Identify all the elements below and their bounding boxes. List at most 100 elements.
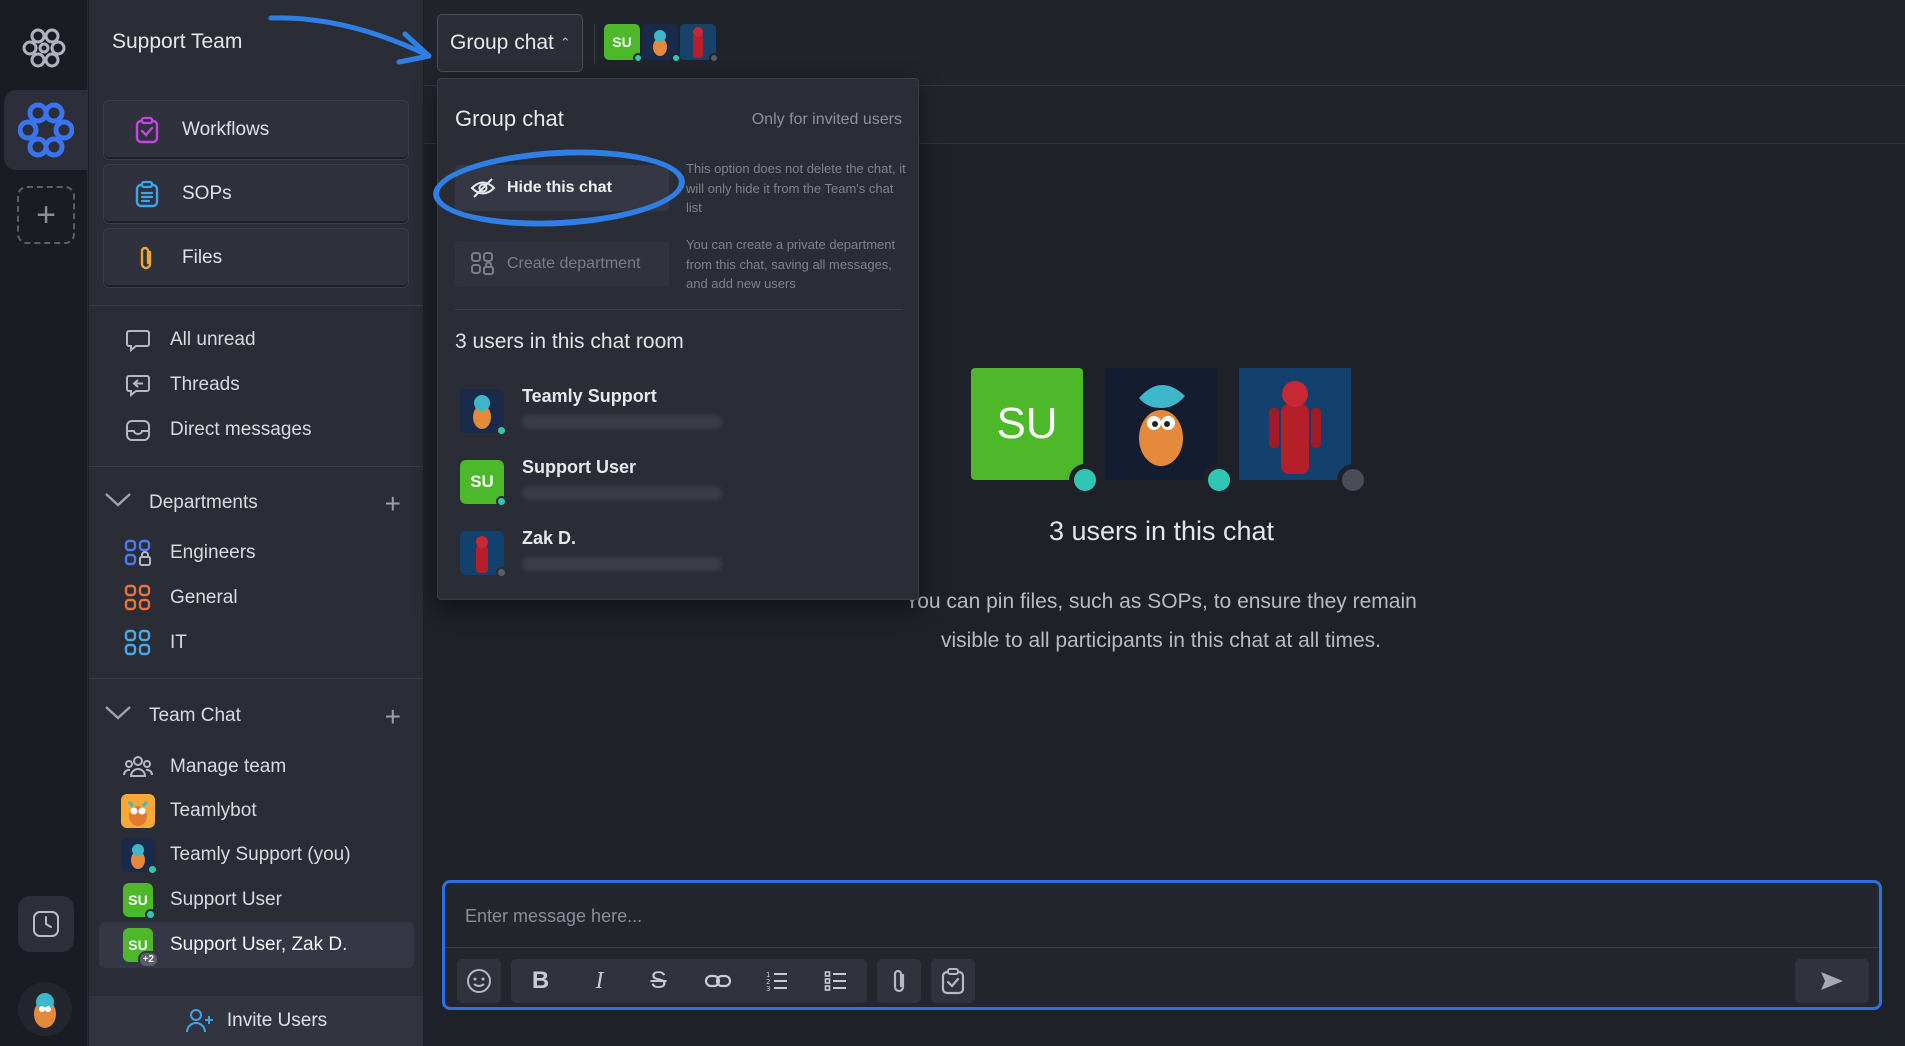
nav-direct-messages-label: Direct messages (170, 419, 312, 440)
participant-avatar[interactable] (680, 24, 719, 63)
italic-button[interactable]: I (570, 959, 629, 1003)
attach-sop-button[interactable] (931, 959, 975, 1003)
divider (89, 678, 423, 679)
participant-avatar[interactable]: SU (604, 24, 643, 63)
add-user-icon (185, 1007, 215, 1035)
blurred-email (522, 557, 722, 571)
invite-users-button[interactable]: Invite Users (89, 996, 423, 1046)
create-department-label: Create department (507, 255, 641, 272)
divider (445, 947, 1879, 948)
team-name[interactable]: Support Team (112, 30, 242, 54)
nav-threads-label: Threads (170, 374, 240, 395)
message-composer: B I S 123 (442, 880, 1882, 1010)
user-avatar: SU (460, 460, 507, 507)
blurred-email (522, 486, 722, 500)
group-chat-label: Support User, Zak D. (170, 934, 348, 955)
plus-icon: + (36, 195, 56, 234)
team-chat-teamly-support[interactable]: Teamly Support (you) (121, 838, 351, 875)
department-general[interactable]: General (123, 583, 238, 613)
workflows-button[interactable]: Workflows (103, 100, 409, 160)
inbox-icon (123, 415, 153, 445)
room-users-title: 3 users in this chat room (455, 330, 684, 353)
send-button[interactable] (1795, 959, 1869, 1003)
bold-icon: B (531, 967, 550, 994)
room-user-item[interactable]: Teamly Support (460, 386, 722, 436)
room-user-item[interactable]: SU Support User (460, 457, 722, 507)
nav-threads[interactable]: Threads (123, 370, 240, 400)
invite-users-label: Invite Users (226, 1010, 328, 1031)
participant-avatar-large[interactable] (1239, 368, 1369, 496)
team-chat-header[interactable]: Team Chat + (103, 699, 409, 733)
dropdown-title: Group chat (455, 106, 564, 131)
clipboard-check-icon (941, 968, 965, 995)
offline-status-dot (1337, 464, 1369, 496)
manage-team-label: Manage team (170, 756, 287, 777)
workflows-label: Workflows (182, 119, 270, 140)
participant-avatar[interactable] (642, 24, 681, 63)
users-icon (123, 752, 153, 782)
emoji-button[interactable] (457, 959, 501, 1003)
clipboard-check-icon (132, 115, 162, 145)
teamly-support-label: Teamly Support (you) (170, 844, 351, 865)
team-chat-support-user[interactable]: SU Support User (123, 883, 282, 920)
hide-chat-description: This option does not delete the chat, it… (686, 161, 906, 215)
teamlybot-avatar (121, 794, 155, 828)
offline-status-dot (709, 53, 719, 63)
bullet-list-button[interactable] (806, 959, 865, 1003)
department-general-label: General (170, 587, 238, 608)
sops-button[interactable]: SOPs (103, 164, 409, 224)
departments-header[interactable]: Departments + (103, 486, 409, 520)
link-button[interactable] (688, 959, 747, 1003)
send-icon (1821, 972, 1843, 990)
department-icon (123, 628, 153, 658)
user-name: Zak D. (522, 528, 577, 548)
room-user-item[interactable]: Zak D. (460, 528, 722, 578)
add-chat-icon[interactable]: + (385, 701, 401, 733)
chat-participants[interactable]: SU (604, 24, 719, 63)
team-chat-teamlybot[interactable]: Teamlybot (121, 794, 257, 828)
app-window: + Support Team Workflows SOPs Files All … (0, 0, 1905, 1046)
group-chat-menu-button[interactable]: Group chat ⌃ (437, 14, 583, 72)
dropdown-note: Only for invited users (751, 111, 902, 128)
sops-label: SOPs (182, 183, 232, 204)
create-department-button[interactable]: Create department (455, 241, 669, 287)
user-avatar[interactable] (18, 982, 72, 1036)
group-avatar: SU +2 (123, 928, 159, 968)
user-avatar (460, 389, 507, 436)
online-status-dot (147, 864, 158, 875)
strikethrough-button[interactable]: S (629, 959, 688, 1003)
annotation-arrow-icon (268, 15, 432, 65)
department-it[interactable]: IT (123, 628, 187, 658)
offline-status-dot (496, 567, 507, 578)
message-input[interactable] (465, 901, 1665, 931)
department-icon (123, 583, 153, 613)
nav-direct-messages[interactable]: Direct messages (123, 415, 312, 445)
link-icon (704, 974, 731, 988)
participant-avatar-large[interactable] (1105, 368, 1235, 496)
paperclip-icon (132, 243, 162, 273)
chevron-down-icon (103, 491, 133, 515)
team-chat-group-support-zak[interactable]: SU +2 Support User, Zak D. (123, 928, 348, 968)
attach-button[interactable] (877, 959, 921, 1003)
flower-logo-icon (22, 26, 66, 70)
departments-title: Departments (149, 492, 258, 513)
divider (89, 305, 423, 306)
department-lock-icon (469, 250, 497, 278)
ordered-list-button[interactable]: 123 (747, 959, 806, 1003)
divider (594, 24, 595, 64)
list-icon (132, 179, 162, 209)
workspace-support-team[interactable] (4, 90, 88, 170)
svg-text:3: 3 (766, 985, 770, 993)
avatar-initials: SU (128, 892, 148, 908)
participant-avatar-large[interactable]: SU (971, 368, 1101, 496)
online-status-dot (145, 909, 156, 920)
add-workspace-button[interactable]: + (17, 186, 75, 244)
team-chat-manage-team[interactable]: Manage team (123, 752, 286, 782)
nav-all-unread[interactable]: All unread (123, 325, 256, 355)
files-button[interactable]: Files (103, 228, 409, 288)
bullet-list-icon (824, 971, 846, 991)
online-status-dot (1069, 464, 1101, 496)
history-button[interactable] (18, 896, 74, 952)
strikethrough-icon: S (650, 967, 667, 994)
bold-button[interactable]: B (511, 959, 570, 1003)
